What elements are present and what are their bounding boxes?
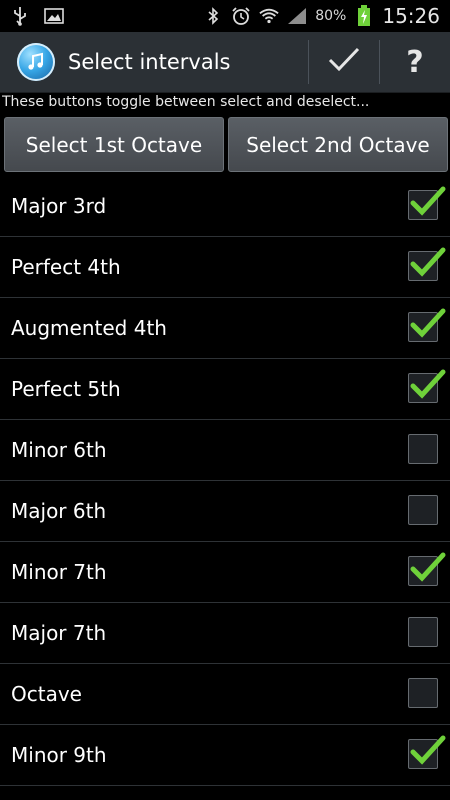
list-item[interactable]: Major 3rd bbox=[0, 176, 450, 237]
interval-checkbox[interactable] bbox=[408, 495, 438, 525]
action-bar: Select intervals ? bbox=[0, 32, 450, 93]
signal-icon bbox=[287, 6, 307, 26]
interval-checkbox[interactable] bbox=[408, 247, 446, 281]
interval-label: Perfect 5th bbox=[11, 377, 121, 401]
interval-label: Minor 7th bbox=[11, 560, 107, 584]
bluetooth-icon bbox=[203, 6, 223, 26]
interval-label: Octave bbox=[11, 682, 82, 706]
checkmark-icon bbox=[410, 735, 446, 765]
status-bar: 80% 15:26 bbox=[0, 0, 450, 32]
list-item[interactable]: Perfect 5th bbox=[0, 359, 450, 420]
list-item[interactable]: Minor 6th bbox=[0, 420, 450, 481]
checkmark-icon bbox=[410, 308, 446, 338]
usb-icon bbox=[10, 6, 30, 26]
interval-checkbox[interactable] bbox=[408, 552, 446, 586]
checkmark-icon bbox=[410, 247, 446, 277]
list-item[interactable]: Major 7th bbox=[0, 603, 450, 664]
clock: 15:26 bbox=[382, 4, 440, 28]
hint-text: These buttons toggle between select and … bbox=[2, 94, 370, 110]
music-app-icon[interactable] bbox=[17, 43, 55, 81]
interval-label: Perfect 4th bbox=[11, 255, 121, 279]
interval-checkbox[interactable] bbox=[408, 735, 446, 769]
interval-label: Minor 9th bbox=[11, 743, 107, 767]
battery-charging-icon bbox=[354, 5, 374, 26]
list-item[interactable]: Minor 7th bbox=[0, 542, 450, 603]
interval-label: Major 6th bbox=[11, 499, 107, 523]
interval-checkbox[interactable] bbox=[408, 434, 438, 464]
alarm-icon bbox=[231, 6, 251, 26]
octave-buttons: Select 1st Octave Select 2nd Octave bbox=[4, 117, 448, 172]
checkmark-icon bbox=[410, 186, 446, 216]
interval-checkbox[interactable] bbox=[408, 186, 446, 220]
confirm-button[interactable] bbox=[309, 32, 379, 92]
list-item[interactable]: Perfect 4th bbox=[0, 237, 450, 298]
interval-label: Major 7th bbox=[11, 621, 107, 645]
list-item[interactable]: Minor 9th bbox=[0, 725, 450, 786]
image-icon bbox=[44, 6, 64, 26]
help-button[interactable]: ? bbox=[380, 32, 450, 92]
select-2nd-octave-button[interactable]: Select 2nd Octave bbox=[228, 117, 448, 172]
checkmark-icon bbox=[410, 552, 446, 582]
list-item[interactable]: Octave bbox=[0, 664, 450, 725]
battery-percent: 80% bbox=[315, 8, 347, 24]
interval-list: Major 3rd Perfect 4th Augmented 4th Perf… bbox=[0, 176, 450, 786]
list-item[interactable]: Major 6th bbox=[0, 481, 450, 542]
interval-checkbox[interactable] bbox=[408, 369, 446, 403]
interval-checkbox[interactable] bbox=[408, 617, 438, 647]
interval-checkbox[interactable] bbox=[408, 678, 438, 708]
interval-checkbox[interactable] bbox=[408, 308, 446, 342]
interval-label: Minor 6th bbox=[11, 438, 107, 462]
page-title: Select intervals bbox=[68, 50, 231, 74]
list-item[interactable]: Augmented 4th bbox=[0, 298, 450, 359]
wifi-icon bbox=[259, 6, 279, 26]
help-icon: ? bbox=[406, 44, 424, 80]
interval-label: Major 3rd bbox=[11, 194, 107, 218]
checkmark-icon bbox=[328, 47, 360, 77]
interval-label: Augmented 4th bbox=[11, 316, 167, 340]
checkmark-icon bbox=[410, 369, 446, 399]
select-1st-octave-button[interactable]: Select 1st Octave bbox=[4, 117, 224, 172]
